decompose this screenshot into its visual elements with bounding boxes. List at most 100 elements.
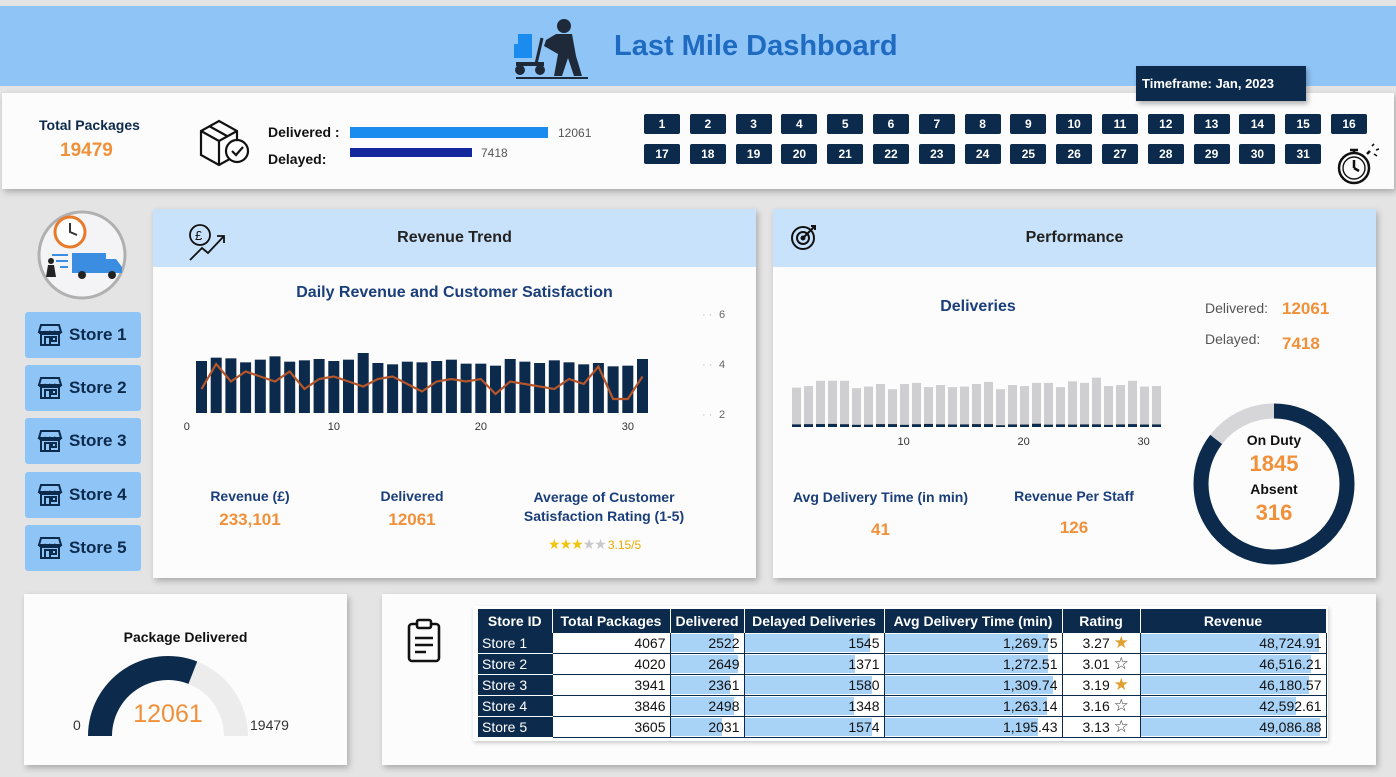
store-button-label: Store 1 [69, 325, 127, 344]
cell-value: 3846 [634, 698, 666, 714]
day-button[interactable]: 5 [827, 114, 864, 134]
day-button[interactable]: 20 [781, 144, 818, 164]
rating-cell: 3.13 ☆ [1062, 716, 1141, 738]
table-row[interactable]: Store 5 3605 2031 1574 1,195.43 3.13 ☆ 49,086.… [478, 716, 1327, 738]
revenue-bar [357, 353, 369, 413]
day-button[interactable]: 10 [1056, 114, 1093, 134]
store-table-wrap: Store ID Total Packages Delivered Delayed D… [478, 609, 1327, 738]
day-button[interactable]: 19 [735, 144, 772, 164]
day-button[interactable]: 22 [873, 144, 909, 164]
delivered-bar [936, 385, 945, 427]
x-tick-label: 10 [328, 421, 340, 433]
store-button[interactable]: Store 3 [25, 418, 141, 465]
delayed-bar [1104, 424, 1113, 427]
delivered-bar [984, 381, 993, 427]
column-header[interactable]: Rating [1062, 609, 1141, 633]
y2-tick-dots: · · [702, 409, 712, 421]
delayed-bar [1056, 424, 1065, 427]
day-button[interactable]: 18 [689, 144, 726, 164]
delayed-bar [1140, 424, 1149, 427]
day-button[interactable]: 17 [644, 144, 680, 164]
rating-star-icon: ☆ [1113, 654, 1129, 673]
cell-bar [744, 655, 856, 673]
table-row[interactable]: Store 4 3846 2498 1348 1,263.14 3.16 ☆ 42,592.… [478, 695, 1327, 717]
day-button[interactable]: 11 [1102, 114, 1138, 134]
cell-value: 3.01 [1082, 656, 1110, 672]
delivered-bar [1128, 380, 1137, 427]
day-button[interactable]: 8 [964, 114, 1001, 134]
store-button[interactable]: Store 4 [25, 471, 141, 518]
table-row[interactable]: Store 1 4067 2522 1545 1,269.75 3.27 ★ 48,724.… [478, 633, 1327, 654]
delayed-bar [804, 424, 813, 427]
column-header[interactable]: Total Packages [552, 609, 671, 633]
delivered-bar [888, 389, 897, 427]
day-button[interactable]: 13 [1193, 114, 1230, 134]
rating-cell: 3.27 ★ [1062, 633, 1141, 654]
fast-delivery-logo [36, 209, 128, 306]
cell-bar [744, 697, 854, 715]
store-button[interactable]: Store 5 [25, 524, 141, 571]
day-button[interactable]: 1 [644, 114, 680, 134]
store-icon [37, 483, 69, 507]
store-button-label: Store 3 [69, 431, 127, 451]
deliveries-chart: 10 20 30 [792, 377, 1161, 448]
store-id-cell: Store 4 [478, 695, 553, 717]
day-button[interactable]: 16 [1331, 114, 1367, 134]
day-button[interactable]: 3 [735, 114, 772, 134]
day-button[interactable]: 9 [1010, 114, 1047, 134]
column-header[interactable]: Store ID [478, 609, 553, 633]
day-button[interactable]: 15 [1285, 114, 1322, 134]
on-duty-value: 1845 [1249, 451, 1299, 476]
stopwatch-icon[interactable] [1334, 142, 1382, 191]
store-button[interactable]: Store 1 [25, 312, 141, 358]
day-button[interactable]: 25 [1010, 144, 1047, 164]
delivered-kpi-value: 12061 [388, 510, 436, 529]
delivered-bar [792, 387, 801, 427]
column-header[interactable]: Delayed Deliveries [744, 609, 885, 633]
avg-time-cell: 1,269.75 [884, 633, 1063, 654]
cell-value: 1580 [848, 677, 880, 693]
day-button[interactable]: 2 [689, 114, 726, 134]
day-button[interactable]: 6 [873, 114, 909, 134]
x-tick-label: 20 [475, 421, 487, 433]
star-icon: ★ [571, 536, 584, 552]
day-button[interactable]: 27 [1102, 144, 1138, 164]
revenue-bar [269, 356, 281, 413]
table-row[interactable]: Store 3 3941 2361 1580 1,309.74 3.19 ★ 46,180.… [478, 674, 1327, 696]
cell-value: 3605 [634, 719, 666, 735]
day-button[interactable]: 26 [1056, 144, 1093, 164]
avg-time-cell: 1,263.14 [884, 695, 1063, 717]
day-button[interactable]: 12 [1147, 114, 1184, 134]
day-button[interactable]: 29 [1193, 144, 1230, 164]
store-button[interactable]: Store 2 [25, 365, 141, 412]
day-button[interactable]: 31 [1285, 144, 1322, 164]
day-button[interactable]: 24 [964, 144, 1001, 164]
day-button[interactable]: 14 [1239, 114, 1276, 134]
store-icon [37, 429, 69, 453]
cell-value: 4067 [634, 635, 666, 651]
cell-value: Store 3 [482, 677, 528, 693]
table-row[interactable]: Store 2 4020 2649 1371 1,272.51 3.01 ☆ 46,516.… [478, 653, 1327, 675]
delivered-kpi-label: Delivered [380, 488, 444, 504]
revenue-trend-title: Revenue Trend [397, 229, 512, 246]
revenue-bar [387, 364, 399, 413]
column-header[interactable]: Avg Delivery Time (min) [884, 609, 1063, 633]
delayed-bar [960, 424, 969, 427]
day-button[interactable]: 23 [918, 144, 955, 164]
avg-delivery-value: 41 [871, 520, 890, 539]
store-icon [37, 376, 69, 400]
day-button[interactable]: 4 [781, 114, 818, 134]
delayed-bar [350, 148, 472, 157]
day-button[interactable]: 7 [918, 114, 955, 134]
delivered-bar [972, 383, 981, 427]
delivered-bar [350, 127, 549, 138]
delivered-bar [1068, 381, 1077, 427]
day-button[interactable]: 21 [827, 144, 864, 164]
star-icon: ★ [559, 536, 573, 552]
column-header[interactable]: Revenue [1140, 609, 1327, 633]
cell-value: 46,516.21 [1259, 656, 1322, 672]
delayed-bar [840, 424, 849, 427]
day-button[interactable]: 30 [1239, 144, 1276, 164]
day-button[interactable]: 28 [1147, 144, 1184, 164]
column-header[interactable]: Delivered [670, 609, 745, 633]
